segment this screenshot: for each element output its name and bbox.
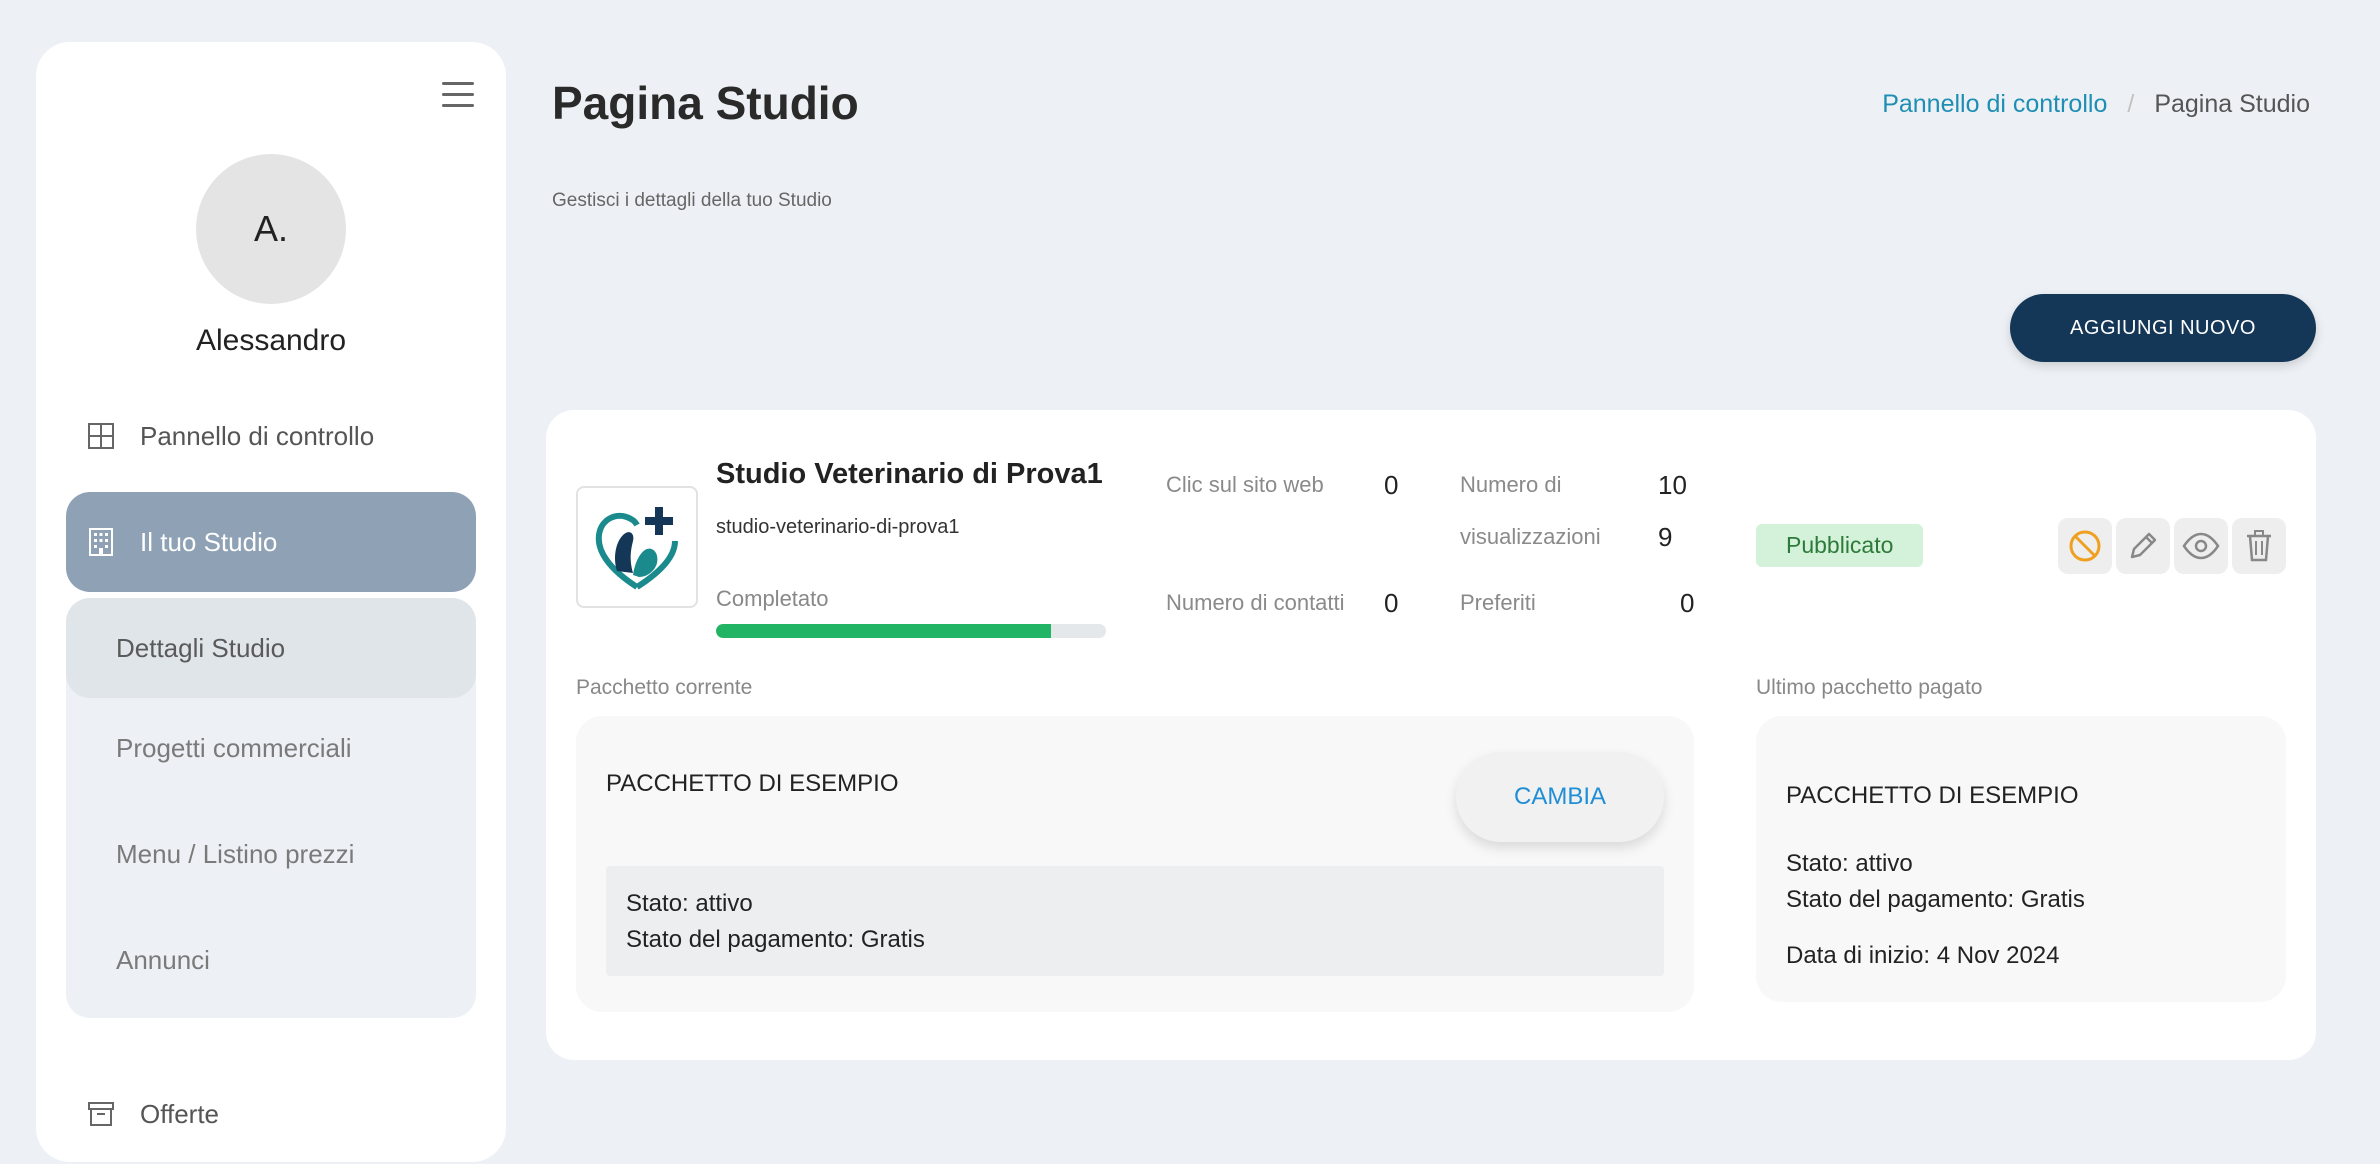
progress-bar xyxy=(716,624,1106,638)
ban-icon xyxy=(2069,530,2101,562)
edit-button[interactable] xyxy=(2116,518,2170,574)
pencil-icon xyxy=(2130,532,2157,559)
sidebar-item-studio[interactable]: Il tuo Studio xyxy=(66,492,476,592)
stat-value-favorites: 0 xyxy=(1680,588,1695,618)
change-package-button[interactable]: CAMBIA xyxy=(1456,752,1664,842)
current-package-box: PACCHETTO DI ESEMPIO CAMBIA Stato: attiv… xyxy=(576,716,1694,1012)
stat-value-contacts: 0 xyxy=(1384,588,1399,618)
submenu-item-ads[interactable]: Annunci xyxy=(66,910,476,1010)
sidebar-item-label: Pannello di controllo xyxy=(140,420,375,451)
submenu-item-commercial-projects[interactable]: Progetti commerciali xyxy=(66,698,476,798)
stat-label-views-line1: Numero di xyxy=(1460,472,1562,497)
trash-icon xyxy=(2247,530,2271,562)
stat-value-views-1: 10 xyxy=(1658,470,1687,500)
hamburger-icon[interactable] xyxy=(442,82,474,108)
page-title: Pagina Studio xyxy=(552,77,859,129)
current-package-status: Stato: attivo xyxy=(626,890,753,917)
avatar: A. xyxy=(196,154,346,304)
stat-value-views-2: 9 xyxy=(1658,522,1673,552)
submenu-item-label: Annunci xyxy=(116,944,210,975)
submenu-item-label: Progetti commerciali xyxy=(116,732,352,763)
studio-card: Studio Veterinario di Prova1 studio-vete… xyxy=(546,410,2316,1060)
sidebar-item-offers[interactable]: Offerte xyxy=(66,1064,476,1164)
vet-logo-icon xyxy=(595,507,678,590)
sidebar-item-dashboard[interactable]: Pannello di controllo xyxy=(66,386,476,486)
breadcrumb-current: Pagina Studio xyxy=(2154,90,2310,118)
submenu-item-label: Dettagli Studio xyxy=(116,632,286,663)
status-badge: Pubblicato xyxy=(1756,524,1924,567)
breadcrumb: Pannello di controllo / Pagina Studio xyxy=(1882,90,2310,119)
archive-icon xyxy=(86,1099,116,1129)
page-subtitle: Gestisci i dettagli della tuo Studio xyxy=(552,190,832,211)
last-package-name: PACCHETTO DI ESEMPIO xyxy=(1786,782,2079,809)
sidebar: A. Alessandro Pannello di controllo Il t… xyxy=(36,42,506,1162)
current-package-payment-status: Stato del pagamento: Gratis xyxy=(626,926,925,953)
add-new-button[interactable]: AGGIUNGI NUOVO xyxy=(2010,294,2316,362)
progress-bar-fill xyxy=(716,624,1052,638)
current-package-name: PACCHETTO DI ESEMPIO xyxy=(606,770,899,797)
last-package-start-date: Data di inizio: 4 Nov 2024 xyxy=(1786,942,2060,969)
grid-icon xyxy=(86,421,116,451)
submenu-item-price-list[interactable]: Menu / Listino prezzi xyxy=(66,804,476,904)
stat-label-views-line2: visualizzazioni xyxy=(1460,524,1601,549)
studio-slug: studio-veterinario-di-prova1 xyxy=(716,516,960,538)
breadcrumb-separator: / xyxy=(2127,90,2135,118)
eye-icon xyxy=(2182,532,2220,560)
last-package-status: Stato: attivo xyxy=(1786,850,1913,877)
stat-label-web-clicks: Clic sul sito web xyxy=(1166,472,1324,497)
current-package-status-panel: Stato: attivo Stato del pagamento: Grati… xyxy=(606,866,1664,976)
studio-submenu: Dettagli Studio Progetti commerciali Men… xyxy=(66,598,476,1018)
last-package-label: Ultimo pacchetto pagato xyxy=(1756,676,1983,699)
studio-logo xyxy=(576,486,698,608)
delete-button[interactable] xyxy=(2232,518,2286,574)
submenu-item-label: Menu / Listino prezzi xyxy=(116,838,355,869)
last-package-payment-status: Stato del pagamento: Gratis xyxy=(1786,886,2085,913)
view-button[interactable] xyxy=(2174,518,2228,574)
breadcrumb-link-dashboard[interactable]: Pannello di controllo xyxy=(1882,90,2107,119)
stat-label-favorites: Preferiti xyxy=(1460,590,1536,615)
last-package-box: PACCHETTO DI ESEMPIO Stato: attivo Stato… xyxy=(1756,716,2286,1002)
current-package-label: Pacchetto corrente xyxy=(576,676,753,699)
progress-label: Completato xyxy=(716,586,829,611)
sidebar-item-label: Offerte xyxy=(140,1098,220,1129)
stat-value-web-clicks: 0 xyxy=(1384,470,1399,500)
disable-button[interactable] xyxy=(2058,518,2112,574)
studio-name[interactable]: Studio Veterinario di Prova1 xyxy=(716,458,1103,491)
submenu-item-studio-details[interactable]: Dettagli Studio xyxy=(66,598,476,698)
sidebar-item-label: Il tuo Studio xyxy=(140,526,278,557)
username: Alessandro xyxy=(195,324,347,357)
building-icon xyxy=(86,527,116,557)
stat-label-contacts: Numero di contatti xyxy=(1166,590,1345,615)
